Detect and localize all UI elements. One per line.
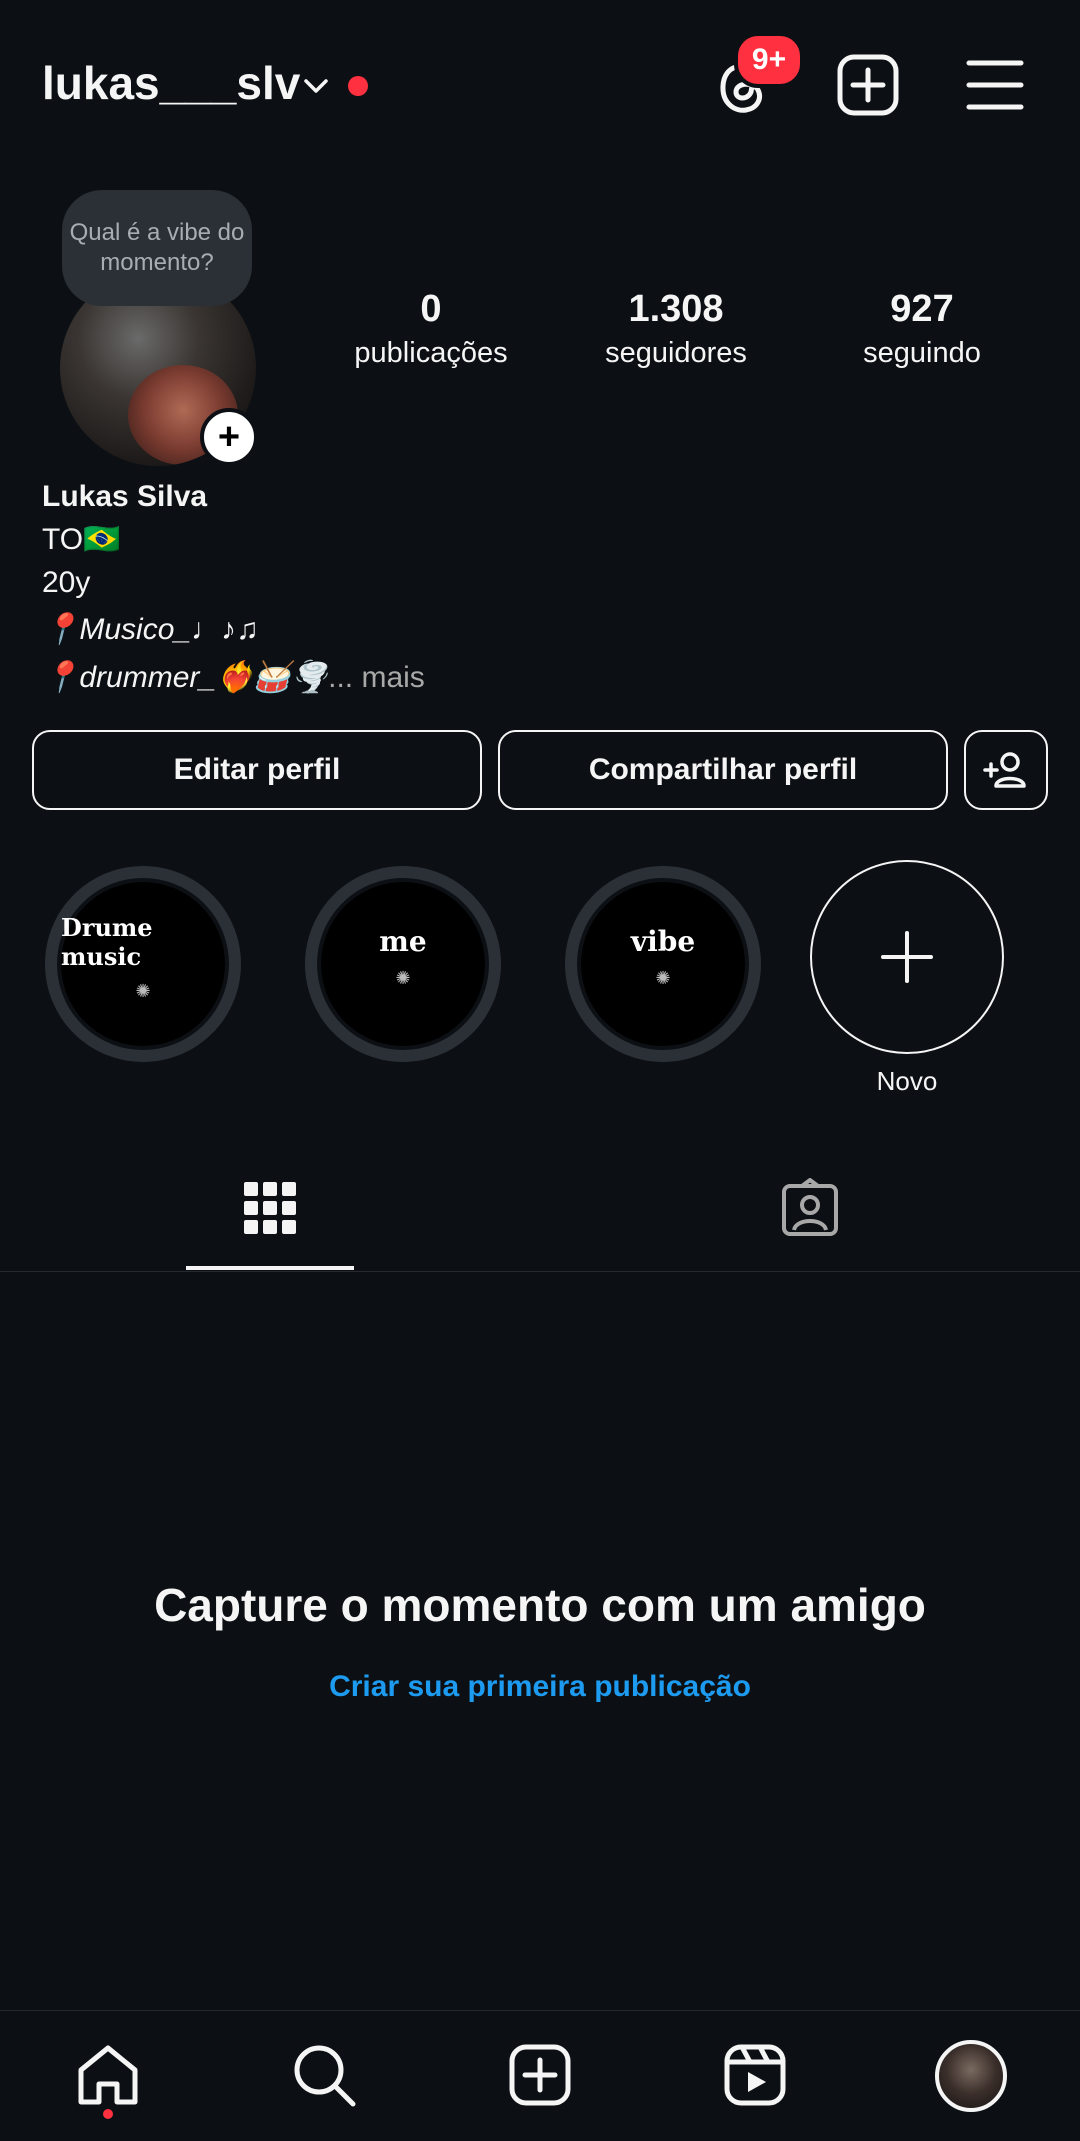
new-highlight-label: Novo	[876, 1066, 938, 1096]
new-highlight-button[interactable]	[810, 860, 1004, 1054]
bio-line-4-text: 📍drummer_❤️‍🔥🥁🌪️	[42, 661, 329, 694]
highlight-title: me	[379, 925, 427, 958]
reels-icon[interactable]	[720, 2040, 790, 2110]
bio-line-4: 📍drummer_❤️‍🔥🥁🌪️... mais	[42, 660, 425, 695]
highlight-vibe[interactable]: vibe ✺	[565, 866, 761, 1062]
stat-following[interactable]: 927 seguindo	[822, 288, 1022, 370]
stat-posts-label: publicações	[354, 337, 508, 369]
bio-line-1: TO🇧🇷	[42, 523, 121, 556]
add-story-icon[interactable]: +	[200, 408, 258, 466]
loading-spinner-icon: ✺	[135, 980, 151, 1001]
profile-username[interactable]: lukas___slv	[42, 56, 300, 110]
stat-followers-label: seguidores	[605, 337, 747, 369]
tab-divider	[0, 1271, 1080, 1272]
share-profile-button[interactable]: Compartilhar perfil	[498, 730, 948, 810]
home-icon[interactable]	[73, 2040, 143, 2110]
threads-badge: 9+	[734, 32, 804, 88]
create-post-icon[interactable]	[833, 50, 903, 120]
note-bubble[interactable]: Qual é a vibe do momento?	[62, 190, 252, 306]
stat-posts[interactable]: 0 publicações	[331, 288, 531, 370]
bio-line-3: 📍Musico_♩♪♫	[42, 613, 259, 646]
empty-state-title: Capture o momento com um amigo	[154, 1579, 926, 1631]
highlight-me[interactable]: me ✺	[305, 866, 501, 1062]
stat-followers[interactable]: 1.308 seguidores	[576, 288, 776, 370]
highlight-cover: Drume music ✺	[57, 878, 229, 1050]
bio-more-link[interactable]: ... mais	[328, 661, 425, 694]
stat-followers-value: 1.308	[628, 288, 724, 330]
profile-name: Lukas Silva	[42, 480, 208, 513]
highlight-drume-music[interactable]: Drume music ✺	[45, 866, 241, 1062]
chevron-down-icon[interactable]	[300, 70, 332, 102]
notification-dot	[348, 76, 368, 96]
profile-tab-avatar[interactable]	[935, 2040, 1007, 2112]
search-icon[interactable]	[289, 2040, 359, 2110]
create-icon[interactable]	[505, 2040, 575, 2110]
grid-tab-icon[interactable]	[242, 1180, 298, 1236]
stat-posts-value: 0	[420, 288, 442, 330]
plus-icon	[881, 931, 933, 983]
highlight-title: vibe	[630, 925, 696, 958]
menu-icon[interactable]	[960, 50, 1030, 120]
create-first-post-link[interactable]: Criar sua primeira publicação	[0, 1670, 1080, 1704]
tagged-tab-icon[interactable]	[780, 1178, 840, 1238]
highlight-title: Drume music	[61, 912, 153, 971]
stat-following-value: 927	[890, 288, 954, 330]
loading-spinner-icon: ✺	[395, 968, 411, 988]
active-tab-indicator	[186, 1266, 354, 1270]
stat-following-label: seguindo	[863, 337, 981, 369]
loading-spinner-icon: ✺	[655, 968, 671, 988]
edit-profile-button[interactable]: Editar perfil	[32, 730, 482, 810]
highlight-cover: vibe ✺	[577, 878, 749, 1050]
highlight-cover: me ✺	[317, 878, 489, 1050]
add-person-icon	[983, 752, 1026, 788]
bio-line-2: 20y	[42, 566, 91, 599]
discover-people-button[interactable]	[964, 730, 1048, 810]
home-notification-dot	[103, 2109, 113, 2119]
